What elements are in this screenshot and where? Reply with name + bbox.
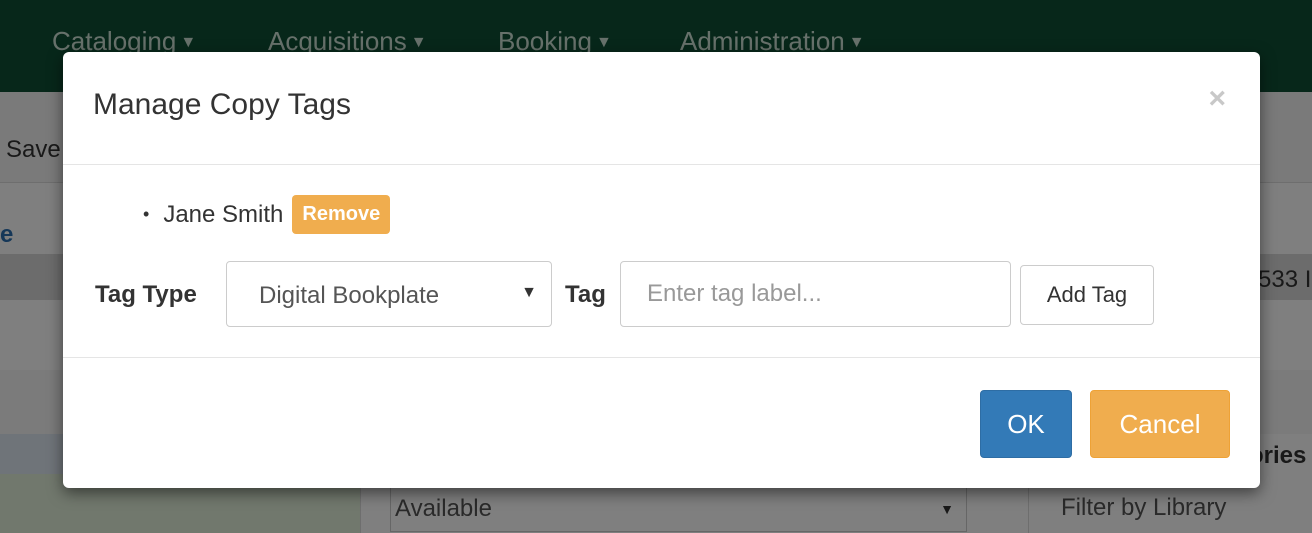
tag-type-label: Tag Type	[95, 281, 197, 308]
add-tag-form: Tag Type Digital Bookplate ▼ Tag Add Tag	[95, 261, 1225, 327]
remove-tag-button[interactable]: Remove	[292, 195, 391, 234]
modal-header: Manage Copy Tags ×	[63, 52, 1260, 165]
list-item: • Jane Smith Remove	[143, 195, 391, 234]
modal-footer: OK Cancel	[63, 358, 1260, 488]
manage-copy-tags-dialog: Manage Copy Tags × • Jane Smith Remove T…	[63, 52, 1260, 488]
tag-type-select[interactable]: Digital Bookplate ▼	[226, 261, 552, 327]
tag-type-selected-value: Digital Bookplate	[259, 282, 440, 309]
modal-body: • Jane Smith Remove Tag Type Digital Boo…	[63, 165, 1260, 358]
close-icon[interactable]: ×	[1208, 82, 1226, 116]
tag-list: • Jane Smith Remove	[143, 195, 391, 234]
add-tag-button[interactable]: Add Tag	[1020, 265, 1154, 325]
cancel-button[interactable]: Cancel	[1090, 390, 1230, 458]
ok-button[interactable]: OK	[980, 390, 1072, 458]
caret-down-icon: ▼	[521, 284, 537, 301]
modal-title: Manage Copy Tags	[93, 88, 351, 121]
tag-name: Jane Smith	[163, 200, 284, 228]
bullet-icon: •	[143, 204, 150, 224]
tag-label-input[interactable]	[620, 261, 1011, 327]
tag-label: Tag	[565, 281, 606, 308]
